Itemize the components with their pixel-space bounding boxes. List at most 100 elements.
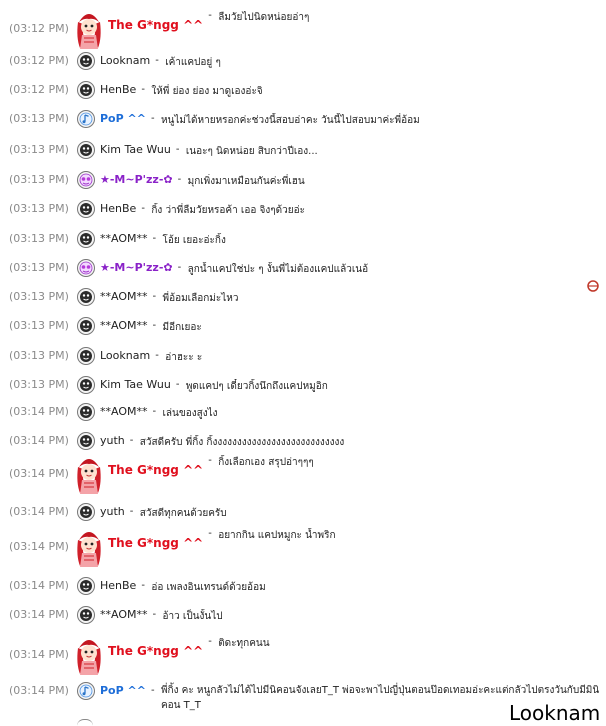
message-text: มุกเพิ่งมาเหมือนกันค่ะพี่เฮน xyxy=(187,176,305,187)
message-timestamp: (03:13 PM) xyxy=(9,378,69,391)
message-separator: - xyxy=(141,203,145,214)
chat-message: (03:13 PM) PoP ^^ - หนูไม่ได้หายหรอกค่ะช่วง… xyxy=(0,110,606,130)
message-separator: - xyxy=(208,10,212,21)
message-separator: - xyxy=(152,406,157,417)
smiley-avatar-icon[interactable] xyxy=(77,81,95,99)
chat-message: (03:13 PM) HenBe - กิ้ง ว่าพี่ลืมวัยหรอค้า … xyxy=(0,200,606,220)
purple-avatar-icon[interactable] xyxy=(77,259,95,277)
smiley-avatar-icon[interactable] xyxy=(77,347,95,365)
message-username[interactable]: Kim Tae Wuu xyxy=(100,378,171,391)
message-text: เค้าแคปอยู่ ๆ xyxy=(165,57,221,68)
smiley-avatar-icon[interactable] xyxy=(77,403,95,421)
message-separator: - xyxy=(175,144,180,155)
girl-avatar-icon[interactable] xyxy=(74,526,104,568)
smiley-avatar-icon[interactable] xyxy=(77,200,95,218)
message-text: อ่อ เพลงอินเทรนด์ด้วยอ้อม xyxy=(151,582,266,593)
girl-avatar-icon[interactable] xyxy=(74,634,104,676)
chat-message: (03:13 PM) Kim Tae Wuu - พูดแคปๆ เดี๋ยวกิ้ง… xyxy=(0,376,606,396)
girl-avatar-icon[interactable] xyxy=(74,453,104,495)
message-timestamp: (03:13 PM) xyxy=(9,290,69,303)
message-username[interactable]: The G*ngg ^^ xyxy=(108,536,203,550)
message-username[interactable]: The G*ngg ^^ xyxy=(108,18,203,32)
music-note-avatar-icon[interactable] xyxy=(77,682,95,700)
message-username[interactable]: HenBe xyxy=(100,202,136,215)
message-text: กิ้งเลือกเอง สรุปอ่าๆๆๆ xyxy=(218,457,314,468)
refresh-icon[interactable] xyxy=(586,279,600,293)
message-username[interactable]: yuth xyxy=(100,505,125,518)
chat-message: (03:13 PM) Kim Tae Wuu - เนอะๆ นิดหน่อย สิบ… xyxy=(0,141,606,161)
message-username[interactable]: HenBe xyxy=(100,83,136,96)
message-separator: - xyxy=(155,55,159,66)
message-timestamp: (03:12 PM) xyxy=(9,83,69,96)
message-text: มีอีกเยอะ xyxy=(162,322,202,333)
message-username[interactable]: **AOM** xyxy=(100,319,147,332)
chat-message: (03:14 PM) The G*ngg ^^ - อยากกิน แคปหมูกะ … xyxy=(0,526,606,570)
message-username[interactable]: HenBe xyxy=(100,579,136,592)
message-timestamp: (03:13 PM) xyxy=(9,173,69,186)
message-username[interactable]: yuth xyxy=(100,434,125,447)
smiley-avatar-icon[interactable] xyxy=(77,230,95,248)
chat-message: (03:14 PM) yuth - สวัสดีทุกคนด้วยครับ xyxy=(0,503,606,523)
chat-message: (03:13 PM) Looknam - อ่าฮะะ ะ xyxy=(0,347,606,367)
message-username[interactable]: **AOM** xyxy=(100,232,147,245)
message-username[interactable]: PoP ^^ xyxy=(100,112,146,125)
chat-message: (03:13 PM) **AOM** - มีอีกเยอะ xyxy=(0,317,606,337)
purple-avatar-icon[interactable] xyxy=(77,171,95,189)
message-timestamp: (03:12 PM) xyxy=(9,54,69,67)
message-separator: - xyxy=(152,233,157,244)
message-username[interactable]: Looknam xyxy=(100,54,150,67)
message-timestamp: (03:13 PM) xyxy=(9,202,69,215)
message-text: ลืมวัยไปนิดหน่อยอ่าๆ xyxy=(218,12,310,23)
chat-message: (03:13 PM) **AOM** - โอ้ย เยอะอ่ะกิ้ง xyxy=(0,230,606,250)
chat-log: (03:12 PM) The G*ngg ^^ - ลืมวัยไปนิดหน่อยอ… xyxy=(0,0,606,725)
message-username[interactable]: Kim Tae Wuu xyxy=(100,143,171,156)
message-text: สวัสดีทุกคนด้วยครับ xyxy=(139,508,227,519)
message-username[interactable]: **AOM** xyxy=(100,608,147,621)
message-username[interactable]: PoP ^^ xyxy=(100,684,146,697)
message-separator: - xyxy=(129,435,134,446)
chat-message: (03:14 PM) The G*ngg ^^ - ติดะทุกคนน xyxy=(0,634,606,678)
message-username[interactable]: **AOM** xyxy=(100,405,147,418)
message-text: โอ้ย เยอะอ่ะกิ้ง xyxy=(162,235,226,246)
smiley-avatar-icon[interactable] xyxy=(77,577,95,595)
message-separator: - xyxy=(150,685,155,696)
chat-message: (03:13 PM) ★-M~P'zz-✿ - มุกเพิ่งมาเหมือนกัน… xyxy=(0,171,606,191)
smiley-avatar-icon[interactable] xyxy=(77,52,95,70)
message-timestamp: (03:12 PM) xyxy=(9,22,69,35)
message-timestamp: (03:13 PM) xyxy=(9,349,69,362)
message-username[interactable]: ★-M~P'zz-✿ xyxy=(100,261,173,274)
smiley-avatar-icon[interactable] xyxy=(77,141,95,159)
message-separator: - xyxy=(155,350,159,361)
chat-message: (03:14 PM) HenBe - อ่อ เพลงอินเทรนด์ด้วยอ้อ… xyxy=(0,577,606,597)
smiley-avatar-icon[interactable] xyxy=(77,376,95,394)
message-username[interactable]: Looknam xyxy=(100,349,150,362)
message-timestamp: (03:14 PM) xyxy=(9,405,69,418)
chat-message: (03:13 PM) **AOM** - พี่อ้อมเลือกม่ะไหว xyxy=(0,288,606,308)
message-separator: - xyxy=(141,580,145,591)
message-username[interactable]: The G*ngg ^^ xyxy=(108,644,203,658)
message-text: อ้าว เป็นงั้นไป xyxy=(162,611,223,622)
message-username[interactable]: **AOM** xyxy=(100,290,147,303)
message-separator: - xyxy=(129,506,134,517)
music-note-avatar-icon[interactable] xyxy=(77,110,95,128)
message-text: อยากกิน แคปหมูกะ น้ำพริก xyxy=(218,530,336,541)
message-timestamp: (03:13 PM) xyxy=(9,143,69,156)
smiley-avatar-icon[interactable] xyxy=(77,317,95,335)
chat-message: (03:14 PM) yuth - สวัสดีครับ พี่กิ้ง กิ้งงง… xyxy=(0,432,606,452)
message-timestamp: (03:13 PM) xyxy=(9,261,69,274)
message-text: ลูกน้ำแคปใช่ปะ ๆ งั้นพี่ไม่ต้องแคปแล้วเน… xyxy=(187,264,369,275)
message-timestamp: (03:14 PM) xyxy=(9,608,69,621)
smiley-avatar-icon[interactable] xyxy=(77,503,95,521)
smiley-avatar-icon[interactable] xyxy=(77,432,95,450)
message-text: กิ้ง ว่าพี่ลืมวัยหรอค้า เออ จิงๆด้วยอ่ะ xyxy=(151,205,305,216)
girl-avatar-icon[interactable] xyxy=(74,8,104,50)
message-separator: - xyxy=(208,636,212,647)
message-separator: - xyxy=(152,320,157,331)
message-timestamp: (03:14 PM) xyxy=(9,434,69,447)
smiley-avatar-icon[interactable] xyxy=(77,288,95,306)
message-username[interactable]: ★-M~P'zz-✿ xyxy=(100,173,173,186)
caption-label: Looknam xyxy=(509,701,601,725)
smiley-avatar-icon[interactable] xyxy=(77,606,95,624)
message-text: เนอะๆ นิดหน่อย สิบกว่าปีเอง... xyxy=(185,146,318,157)
message-username[interactable]: The G*ngg ^^ xyxy=(108,463,203,477)
